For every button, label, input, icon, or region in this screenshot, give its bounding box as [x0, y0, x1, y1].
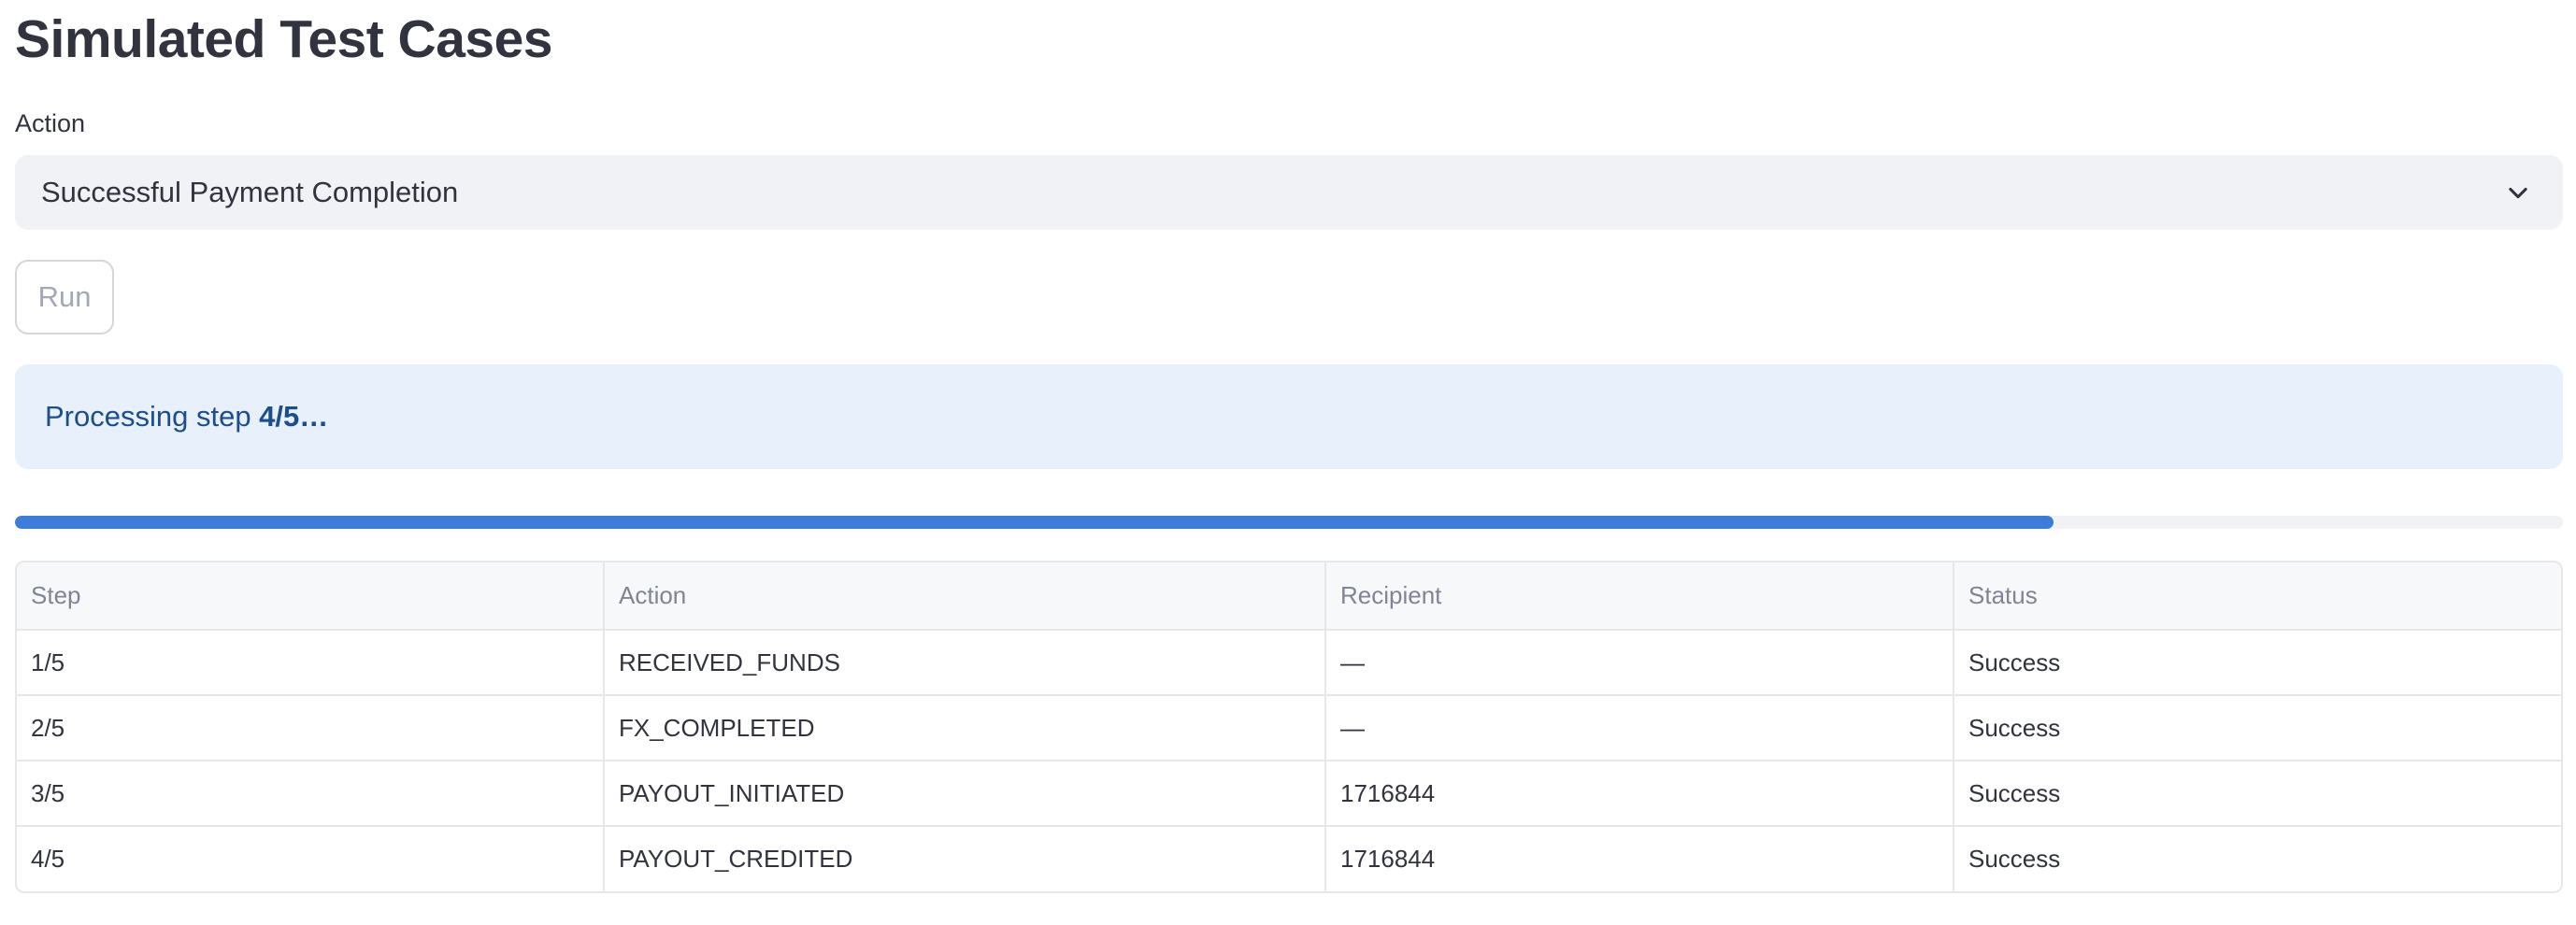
cell-action: PAYOUT_INITIATED	[604, 761, 1326, 827]
column-header-status[interactable]: Status	[1953, 562, 2561, 631]
results-table: Step Action Recipient Status 1/5 RECEIVE…	[15, 561, 2563, 893]
cell-step: 2/5	[17, 695, 605, 761]
action-select-value: Successful Payment Completion	[41, 176, 459, 208]
column-header-action[interactable]: Action	[604, 562, 1326, 631]
page-title: Simulated Test Cases	[15, 9, 553, 69]
cell-action: FX_COMPLETED	[604, 695, 1326, 761]
action-label: Action	[15, 109, 86, 137]
cell-step: 1/5	[17, 630, 605, 696]
table-header-row: Step Action Recipient Status	[17, 562, 2561, 631]
progress-fill	[15, 516, 2054, 529]
cell-action: PAYOUT_CREDITED	[604, 826, 1326, 891]
cell-recipient: —	[1325, 630, 1954, 696]
cell-status: Success	[1953, 695, 2561, 761]
cell-recipient: 1716844	[1325, 761, 1954, 827]
chevron-down-icon	[2499, 174, 2537, 211]
table-row: 1/5 RECEIVED_FUNDS — Success	[17, 630, 2561, 696]
cell-action: RECEIVED_FUNDS	[604, 630, 1326, 696]
column-header-step[interactable]: Step	[17, 562, 605, 631]
table-row: 3/5 PAYOUT_INITIATED 1716844 Success	[17, 761, 2561, 827]
status-alert-step: 4/5	[259, 400, 300, 433]
cell-status: Success	[1953, 630, 2561, 696]
cell-step: 3/5	[17, 761, 605, 827]
cell-recipient: —	[1325, 695, 1954, 761]
progress-bar	[15, 516, 2563, 529]
cell-status: Success	[1953, 761, 2561, 827]
column-header-recipient[interactable]: Recipient	[1325, 562, 1954, 631]
status-alert-suffix: …	[299, 400, 329, 433]
status-alert-prefix: Processing step	[45, 400, 260, 433]
cell-status: Success	[1968, 845, 2061, 873]
action-select[interactable]: Successful Payment Completion	[15, 155, 2563, 230]
table-row: 4/5 PAYOUT_CREDITED 1716844 Success	[17, 826, 2561, 891]
table-row: 2/5 FX_COMPLETED — Success	[17, 695, 2561, 761]
run-button[interactable]: Run	[15, 260, 114, 334]
cell-recipient: 1716844	[1325, 826, 1954, 891]
status-alert: Processing step 4/5…	[15, 364, 2563, 469]
cell-step: 4/5	[17, 826, 605, 891]
